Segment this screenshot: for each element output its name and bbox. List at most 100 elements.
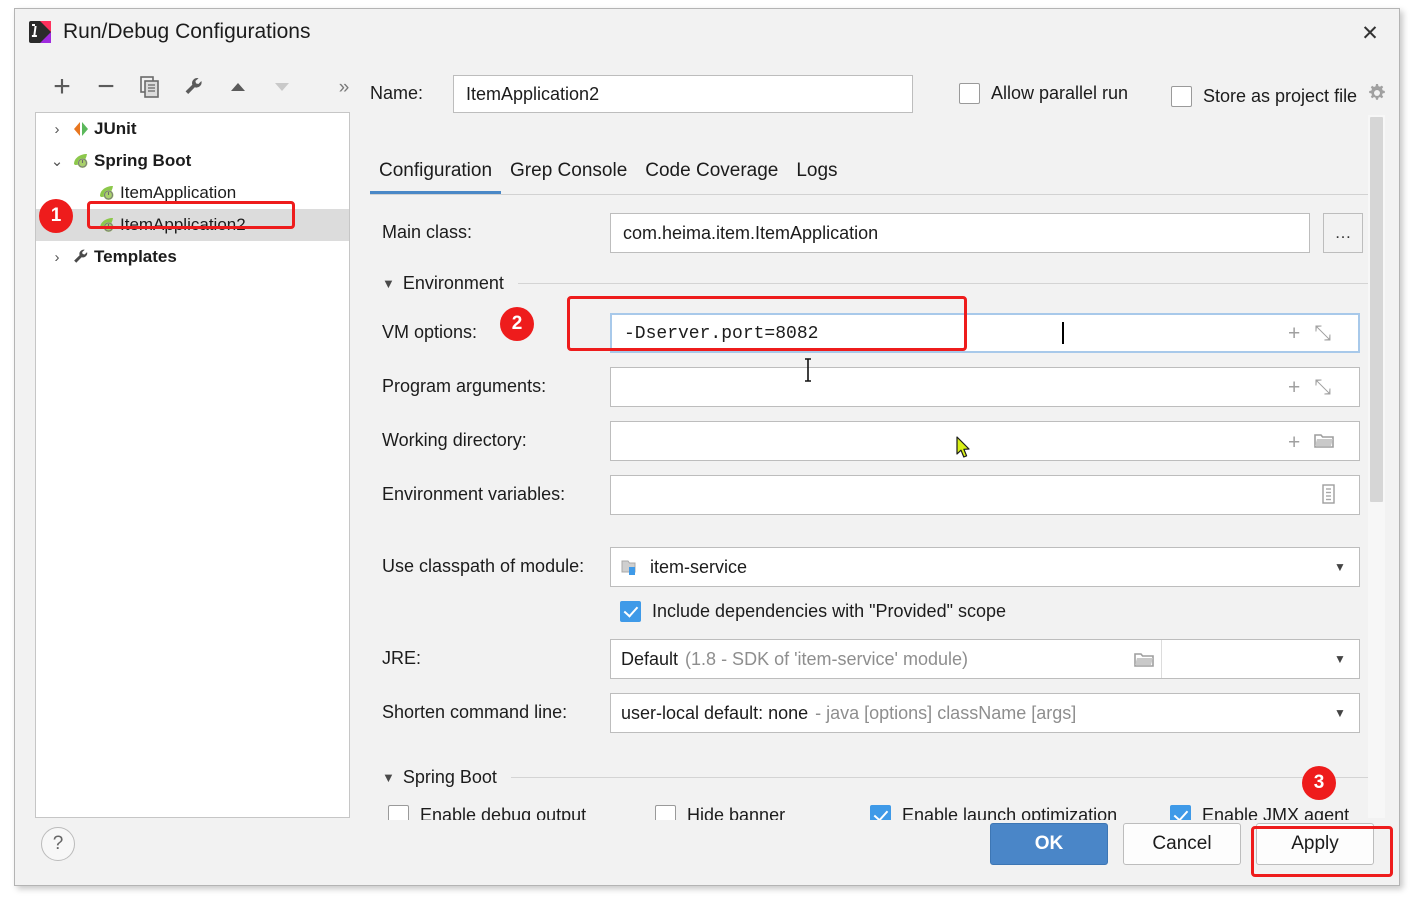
remove-configuration-button[interactable]: − bbox=[89, 69, 123, 105]
chevron-down-icon[interactable]: ⌄ bbox=[46, 152, 68, 170]
vm-options-label: VM options: bbox=[382, 322, 477, 343]
shorten-command-line-hint: - java [options] className [args] bbox=[815, 703, 1076, 724]
tab-grep-console[interactable]: Grep Console bbox=[501, 160, 636, 194]
enable-launch-optimization-label: Enable launch optimization bbox=[902, 805, 1117, 820]
run-debug-configurations-dialog: Run/Debug Configurations ✕ + − bbox=[14, 8, 1400, 886]
list-editor-icon[interactable] bbox=[1320, 484, 1337, 510]
working-directory-adornments[interactable]: + bbox=[1288, 431, 1334, 455]
classpath-module-row: Use classpath of module: item-service ▼ bbox=[370, 547, 1360, 587]
dialog-titlebar: Run/Debug Configurations ✕ bbox=[15, 9, 1399, 55]
help-button[interactable]: ? bbox=[41, 827, 75, 861]
vm-options-field[interactable]: -Dserver.port=8082 bbox=[610, 313, 1360, 353]
tab-configuration[interactable]: Configuration bbox=[370, 160, 501, 194]
add-icon[interactable]: + bbox=[1288, 322, 1300, 346]
move-up-button[interactable] bbox=[221, 69, 255, 105]
folder-icon[interactable] bbox=[1127, 651, 1161, 668]
move-down-button[interactable] bbox=[265, 69, 299, 105]
environment-variables-label: Environment variables: bbox=[382, 484, 565, 505]
spring-boot-section-header[interactable]: ▼ Spring Boot bbox=[382, 767, 1370, 788]
enable-launch-optimization-row[interactable]: Enable launch optimization bbox=[870, 805, 1117, 820]
spring-boot-icon bbox=[94, 184, 120, 202]
store-as-project-file-checkbox-row[interactable]: Store as project file bbox=[1171, 83, 1387, 109]
chevron-down-icon[interactable]: ▼ bbox=[382, 770, 395, 785]
tree-item-label: Spring Boot bbox=[94, 151, 191, 171]
module-icon bbox=[621, 559, 641, 576]
enable-jmx-agent-checkbox[interactable] bbox=[1170, 805, 1191, 820]
add-icon[interactable]: + bbox=[1288, 431, 1300, 455]
hide-banner-row[interactable]: Hide banner bbox=[655, 805, 785, 820]
enable-jmx-agent-row[interactable]: Enable JMX agent bbox=[1170, 805, 1349, 820]
shorten-command-line-combo[interactable]: user-local default: none - java [options… bbox=[610, 693, 1360, 733]
close-icon[interactable]: ✕ bbox=[1353, 18, 1387, 48]
configurations-tree[interactable]: › JUnit ⌄ bbox=[35, 112, 350, 818]
section-divider bbox=[518, 283, 1370, 284]
tree-item-templates[interactable]: › Templates bbox=[36, 241, 349, 273]
name-label: Name: bbox=[370, 83, 423, 104]
intellij-idea-icon bbox=[29, 21, 51, 43]
copy-configuration-icon[interactable] bbox=[133, 69, 167, 105]
tab-logs[interactable]: Logs bbox=[787, 160, 846, 194]
more-options-button[interactable]: » bbox=[327, 69, 361, 105]
cancel-button[interactable]: Cancel bbox=[1123, 823, 1241, 865]
include-provided-scope-row[interactable]: Include dependencies with "Provided" sco… bbox=[620, 601, 1006, 622]
tab-code-coverage[interactable]: Code Coverage bbox=[636, 160, 787, 194]
allow-parallel-run-label: Allow parallel run bbox=[991, 83, 1128, 104]
folder-icon[interactable] bbox=[1314, 431, 1334, 455]
enable-launch-optimization-checkbox[interactable] bbox=[870, 805, 891, 820]
environment-variables-row: Environment variables: bbox=[370, 475, 1360, 515]
tree-item-junit[interactable]: › JUnit bbox=[36, 113, 349, 145]
form-scrollbar-track[interactable] bbox=[1368, 115, 1385, 818]
edit-templates-wrench-icon[interactable] bbox=[177, 69, 211, 105]
apply-button[interactable]: Apply bbox=[1256, 823, 1374, 865]
chevron-down-icon[interactable]: ▼ bbox=[382, 276, 395, 291]
include-provided-scope-label: Include dependencies with "Provided" sco… bbox=[652, 601, 1006, 622]
tree-item-label: Templates bbox=[94, 247, 177, 267]
vm-options-adornments[interactable]: + ⤡ bbox=[1288, 322, 1331, 346]
tree-item-label: ItemApplication bbox=[120, 183, 236, 203]
dialog-title: Run/Debug Configurations bbox=[63, 17, 311, 47]
hide-banner-checkbox[interactable] bbox=[655, 805, 676, 820]
enable-debug-output-label: Enable debug output bbox=[420, 805, 586, 820]
allow-parallel-run-checkbox[interactable] bbox=[959, 83, 980, 104]
tree-item-itemapplication2[interactable]: ItemApplication2 bbox=[36, 209, 349, 241]
gear-icon[interactable] bbox=[1367, 83, 1387, 109]
expand-icon[interactable]: ⤡ bbox=[1314, 322, 1331, 346]
allow-parallel-run-checkbox-row[interactable]: Allow parallel run bbox=[959, 83, 1128, 104]
configurations-toolbar: + − bbox=[37, 69, 367, 111]
name-input[interactable] bbox=[453, 75, 913, 113]
enable-debug-output-checkbox[interactable] bbox=[388, 805, 409, 820]
expand-icon[interactable]: ⤡ bbox=[1314, 376, 1331, 400]
chevron-down-icon[interactable]: ▼ bbox=[1321, 652, 1359, 666]
program-arguments-field[interactable] bbox=[610, 367, 1360, 407]
include-provided-scope-checkbox[interactable] bbox=[620, 601, 641, 622]
add-icon[interactable]: + bbox=[1288, 376, 1300, 400]
form-scrollbar-thumb[interactable] bbox=[1370, 117, 1383, 502]
configuration-form: Main class: com.heima.item.ItemApplicati… bbox=[370, 195, 1370, 820]
enable-debug-output-row[interactable]: Enable debug output bbox=[388, 805, 586, 820]
vm-options-row: VM options: -Dserver.port=8082 + ⤡ bbox=[370, 313, 1360, 353]
working-directory-field[interactable] bbox=[610, 421, 1360, 461]
store-as-project-file-checkbox[interactable] bbox=[1171, 86, 1192, 107]
program-arguments-adornments[interactable]: + ⤡ bbox=[1288, 376, 1331, 400]
chevron-right-icon[interactable]: › bbox=[46, 249, 68, 266]
chevron-right-icon[interactable]: › bbox=[46, 121, 68, 138]
main-class-input[interactable]: com.heima.item.ItemApplication bbox=[610, 213, 1310, 253]
environment-section-title: Environment bbox=[403, 273, 504, 294]
chevron-down-icon[interactable]: ▼ bbox=[1321, 560, 1359, 574]
chevron-down-icon[interactable]: ▼ bbox=[1321, 706, 1359, 720]
classpath-module-combo[interactable]: item-service ▼ bbox=[610, 547, 1360, 587]
ok-button[interactable]: OK bbox=[990, 823, 1108, 865]
jre-combo[interactable]: Default (1.8 - SDK of 'item-service' mod… bbox=[610, 639, 1360, 679]
main-class-browse-button[interactable]: … bbox=[1323, 213, 1363, 253]
tree-item-spring-boot[interactable]: ⌄ Spring Boot bbox=[36, 145, 349, 177]
environment-section-header[interactable]: ▼ Environment bbox=[382, 273, 1370, 294]
spring-boot-section-title: Spring Boot bbox=[403, 767, 497, 788]
classpath-module-value: item-service bbox=[650, 557, 747, 578]
store-as-project-file-label: Store as project file bbox=[1203, 86, 1357, 107]
environment-variables-field[interactable] bbox=[610, 475, 1360, 515]
main-class-row: Main class: com.heima.item.ItemApplicati… bbox=[370, 213, 1360, 253]
tree-item-itemapplication[interactable]: ItemApplication bbox=[36, 177, 349, 209]
environment-variables-browse[interactable] bbox=[1320, 484, 1337, 510]
jre-row: JRE: Default (1.8 - SDK of 'item-service… bbox=[370, 639, 1360, 679]
add-configuration-button[interactable]: + bbox=[45, 69, 79, 105]
